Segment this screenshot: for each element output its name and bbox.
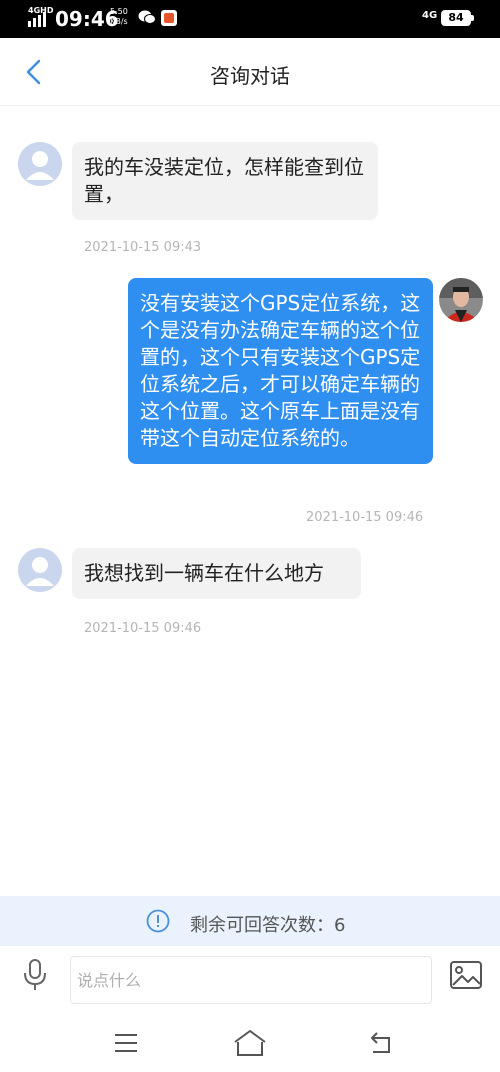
message-timestamp: 2021-10-15 09:46 <box>84 621 202 636</box>
image-icon[interactable] <box>449 958 483 992</box>
system-nav-bar <box>0 1014 500 1072</box>
chat-message-list[interactable]: 我的车没装定位，怎样能查到位置， 2021-10-15 09:43 没有安装这个… <box>0 106 500 896</box>
network-speed-unit: KB/s <box>110 17 128 26</box>
network-type-label: 4GHD <box>28 6 54 15</box>
page-title: 咨询对话 <box>210 64 290 88</box>
wechat-icon <box>138 10 156 24</box>
back-icon[interactable] <box>368 1030 394 1056</box>
status-bar: 4GHD 09:46 5.50 KB/s 4G 84 <box>0 0 500 38</box>
expert-avatar <box>439 278 483 322</box>
default-avatar-icon <box>18 142 62 186</box>
remaining-answers-notice: 剩余可回答次数：6 <box>0 896 500 946</box>
battery-icon: 84 <box>441 10 474 26</box>
info-icon <box>146 909 170 933</box>
user-avatar <box>18 548 62 592</box>
message-bubble-expert: 没有安装这个GPS定位系统，这个是没有办法确定车辆的这个位置的，这个只有安装这个… <box>128 278 433 464</box>
network-speed: 5.50 KB/s <box>110 7 128 27</box>
message-timestamp: 2021-10-15 09:43 <box>84 240 202 255</box>
default-avatar-icon <box>18 548 62 592</box>
message-bubble-user: 我想找到一辆车在什么地方 <box>72 548 361 599</box>
network-speed-value: 5.50 <box>110 7 128 16</box>
microphone-icon[interactable] <box>22 958 48 992</box>
remaining-answers-text: 剩余可回答次数：6 <box>190 915 346 936</box>
title-bar: 咨询对话 <box>0 38 500 106</box>
home-icon[interactable] <box>232 1028 268 1058</box>
expert-photo-icon <box>439 278 483 322</box>
message-bubble-user: 我的车没装定位，怎样能查到位置， <box>72 142 378 220</box>
message-input-bar <box>0 946 500 1014</box>
message-input[interactable] <box>70 956 432 1004</box>
message-timestamp: 2021-10-15 09:46 <box>306 510 424 525</box>
network-type-right: 4G <box>422 10 438 21</box>
app-notification-icon <box>161 10 177 26</box>
user-avatar <box>18 142 62 186</box>
menu-icon[interactable] <box>113 1032 139 1054</box>
